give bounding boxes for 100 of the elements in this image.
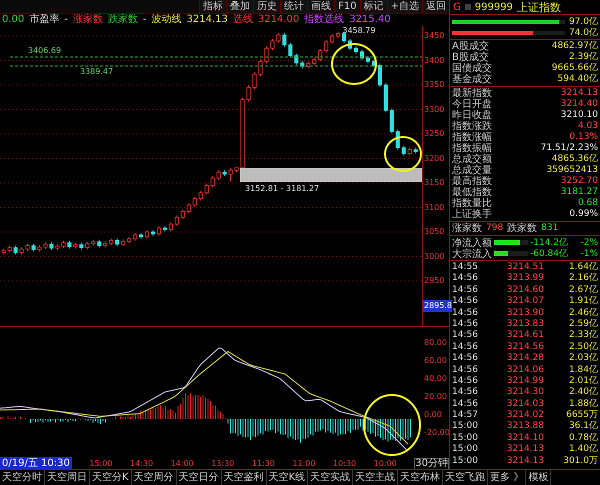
axis-label: 20.00	[423, 391, 448, 403]
template-tab[interactable]: 天空实战	[308, 470, 354, 485]
toolbar-button[interactable]: 历史	[253, 0, 280, 13]
template-tab[interactable]: 天空周日	[45, 470, 90, 485]
tick-price: 3213.88	[506, 421, 544, 433]
stat-value: 594.40亿	[558, 74, 598, 85]
stat-label: 总成交量	[452, 165, 492, 176]
axis-label: 2950	[423, 275, 446, 287]
tick-price: 3214.13	[506, 456, 544, 468]
candlestick	[216, 170, 221, 180]
template-tab[interactable]: 天空布林	[398, 470, 444, 485]
tick-price: 3213.83	[506, 318, 544, 330]
menu-icon[interactable]	[464, 4, 471, 10]
tick-time: 14:56	[452, 296, 479, 308]
toolbar-button[interactable]: 统计	[280, 0, 308, 13]
tick-volume: 2.40亿	[568, 387, 598, 399]
tick-volume: 1.84亿	[568, 364, 598, 376]
candlestick	[156, 226, 162, 236]
template-tab[interactable]: 天空周分	[132, 470, 177, 485]
time-label: 13:30	[211, 458, 234, 469]
time-label: 14:00	[170, 458, 194, 469]
toolbar-button[interactable]: 标记	[360, 0, 387, 13]
axis-label: 40.00	[423, 373, 448, 385]
stat-value: 0.13%	[569, 132, 598, 143]
toolbar-button[interactable]: +自选	[386, 0, 422, 13]
template-tab[interactable]: 模板	[526, 470, 552, 485]
volume-value: 97.0亿	[568, 16, 598, 28]
tick-price: 3214.13	[506, 444, 544, 456]
stat-value: 0.99%	[569, 209, 598, 220]
toolbar-button[interactable]: F10	[334, 0, 360, 13]
candlestick	[258, 59, 263, 77]
stat-label: B股成交	[452, 52, 489, 63]
tick-price: 3213.99	[506, 273, 544, 285]
axis-label: 3300	[423, 104, 446, 116]
tick-time: 14:56	[452, 342, 479, 353]
volume-value: 74.0亿	[568, 27, 598, 39]
candlestick	[390, 108, 394, 134]
stat-label: 指数涨幅	[452, 132, 492, 143]
tick-volume: 36.1亿	[568, 421, 598, 433]
template-tab[interactable]: 天空日分	[176, 470, 222, 485]
tick-volume: 301.0万	[562, 456, 598, 468]
tick-price: 3214.60	[506, 284, 544, 296]
indicator-text: 3214.13	[186, 14, 228, 26]
candlestick	[270, 38, 274, 51]
time-label: 0/19/五 10:30	[0, 457, 72, 470]
template-tab[interactable]: 天空分K	[90, 470, 132, 485]
candlestick	[330, 34, 334, 44]
current-price-label: 2895.8	[423, 300, 452, 312]
price-level-label: 3406.69	[28, 46, 62, 56]
stat-value: 9665.66亿	[552, 63, 598, 74]
stat-label: 涨家数	[452, 223, 482, 234]
stat-value: 0.68	[578, 198, 598, 209]
template-tab[interactable]: 天空分时	[0, 470, 45, 485]
high-price-label: 3458.79	[342, 26, 376, 36]
candlestick	[246, 85, 251, 102]
template-tab[interactable]: 天空主战	[353, 470, 398, 485]
tick-price: 3214.51	[506, 262, 544, 273]
tick-time: 14:56	[452, 273, 479, 285]
tick-volume: 2.33亿	[568, 330, 598, 342]
candlestick	[180, 209, 185, 220]
candlestick	[288, 42, 292, 58]
tick-time: 14:56	[452, 284, 479, 296]
stat-label: 指数量比	[452, 198, 492, 209]
indicator-text: 0.00	[2, 14, 24, 26]
toolbar-button[interactable]: 画线	[307, 0, 334, 13]
candlestick	[168, 222, 173, 232]
template-tab[interactable]: 更多 》	[488, 470, 526, 485]
stat-label: 指数振幅	[452, 143, 492, 154]
template-tab[interactable]: 天空飞跑	[443, 470, 488, 485]
stat-value: 3210.10	[560, 110, 598, 121]
axis-label: 60.00	[423, 355, 448, 367]
toolbar-button[interactable]: 返回	[422, 0, 449, 13]
time-label: 11:00	[292, 458, 316, 469]
stat-value: 4862.97亿	[552, 41, 598, 52]
tick-time: 15:00	[452, 444, 479, 456]
toolbar-button[interactable]: 指标	[199, 0, 226, 13]
stat-label: 跌家数	[507, 223, 538, 234]
stat-label: 最新指数	[452, 88, 492, 99]
tick-volume: 2.01亿	[568, 376, 598, 387]
tick-time: 14:56	[452, 318, 479, 330]
stat-value: 798	[486, 223, 504, 234]
tick-volume: 2.59亿	[568, 318, 598, 330]
tick-time: 14:56	[452, 364, 479, 376]
highlight-ellipse	[331, 43, 377, 85]
stat-value: 2.39亿	[568, 52, 598, 63]
candlestick	[228, 168, 233, 182]
template-tab[interactable]: 天空鉴利	[222, 470, 267, 485]
stat-label: 总成交额	[452, 154, 492, 165]
toolbar-button[interactable]: 叠加	[226, 0, 254, 13]
stat-value: 3214.40	[560, 99, 598, 110]
time-label: 10:30	[333, 458, 356, 469]
tick-time: 14:56	[452, 353, 479, 365]
indicator-text: 市盈率	[29, 14, 60, 26]
tick-price: 3214.02	[506, 410, 544, 421]
axis-label: 80.00	[423, 337, 448, 349]
template-tab[interactable]: 天空K线	[266, 470, 308, 485]
candlestick	[282, 32, 286, 48]
candlestick	[378, 63, 382, 88]
axis-label: 3450	[423, 30, 446, 42]
tick-price: 3213.90	[506, 308, 544, 319]
